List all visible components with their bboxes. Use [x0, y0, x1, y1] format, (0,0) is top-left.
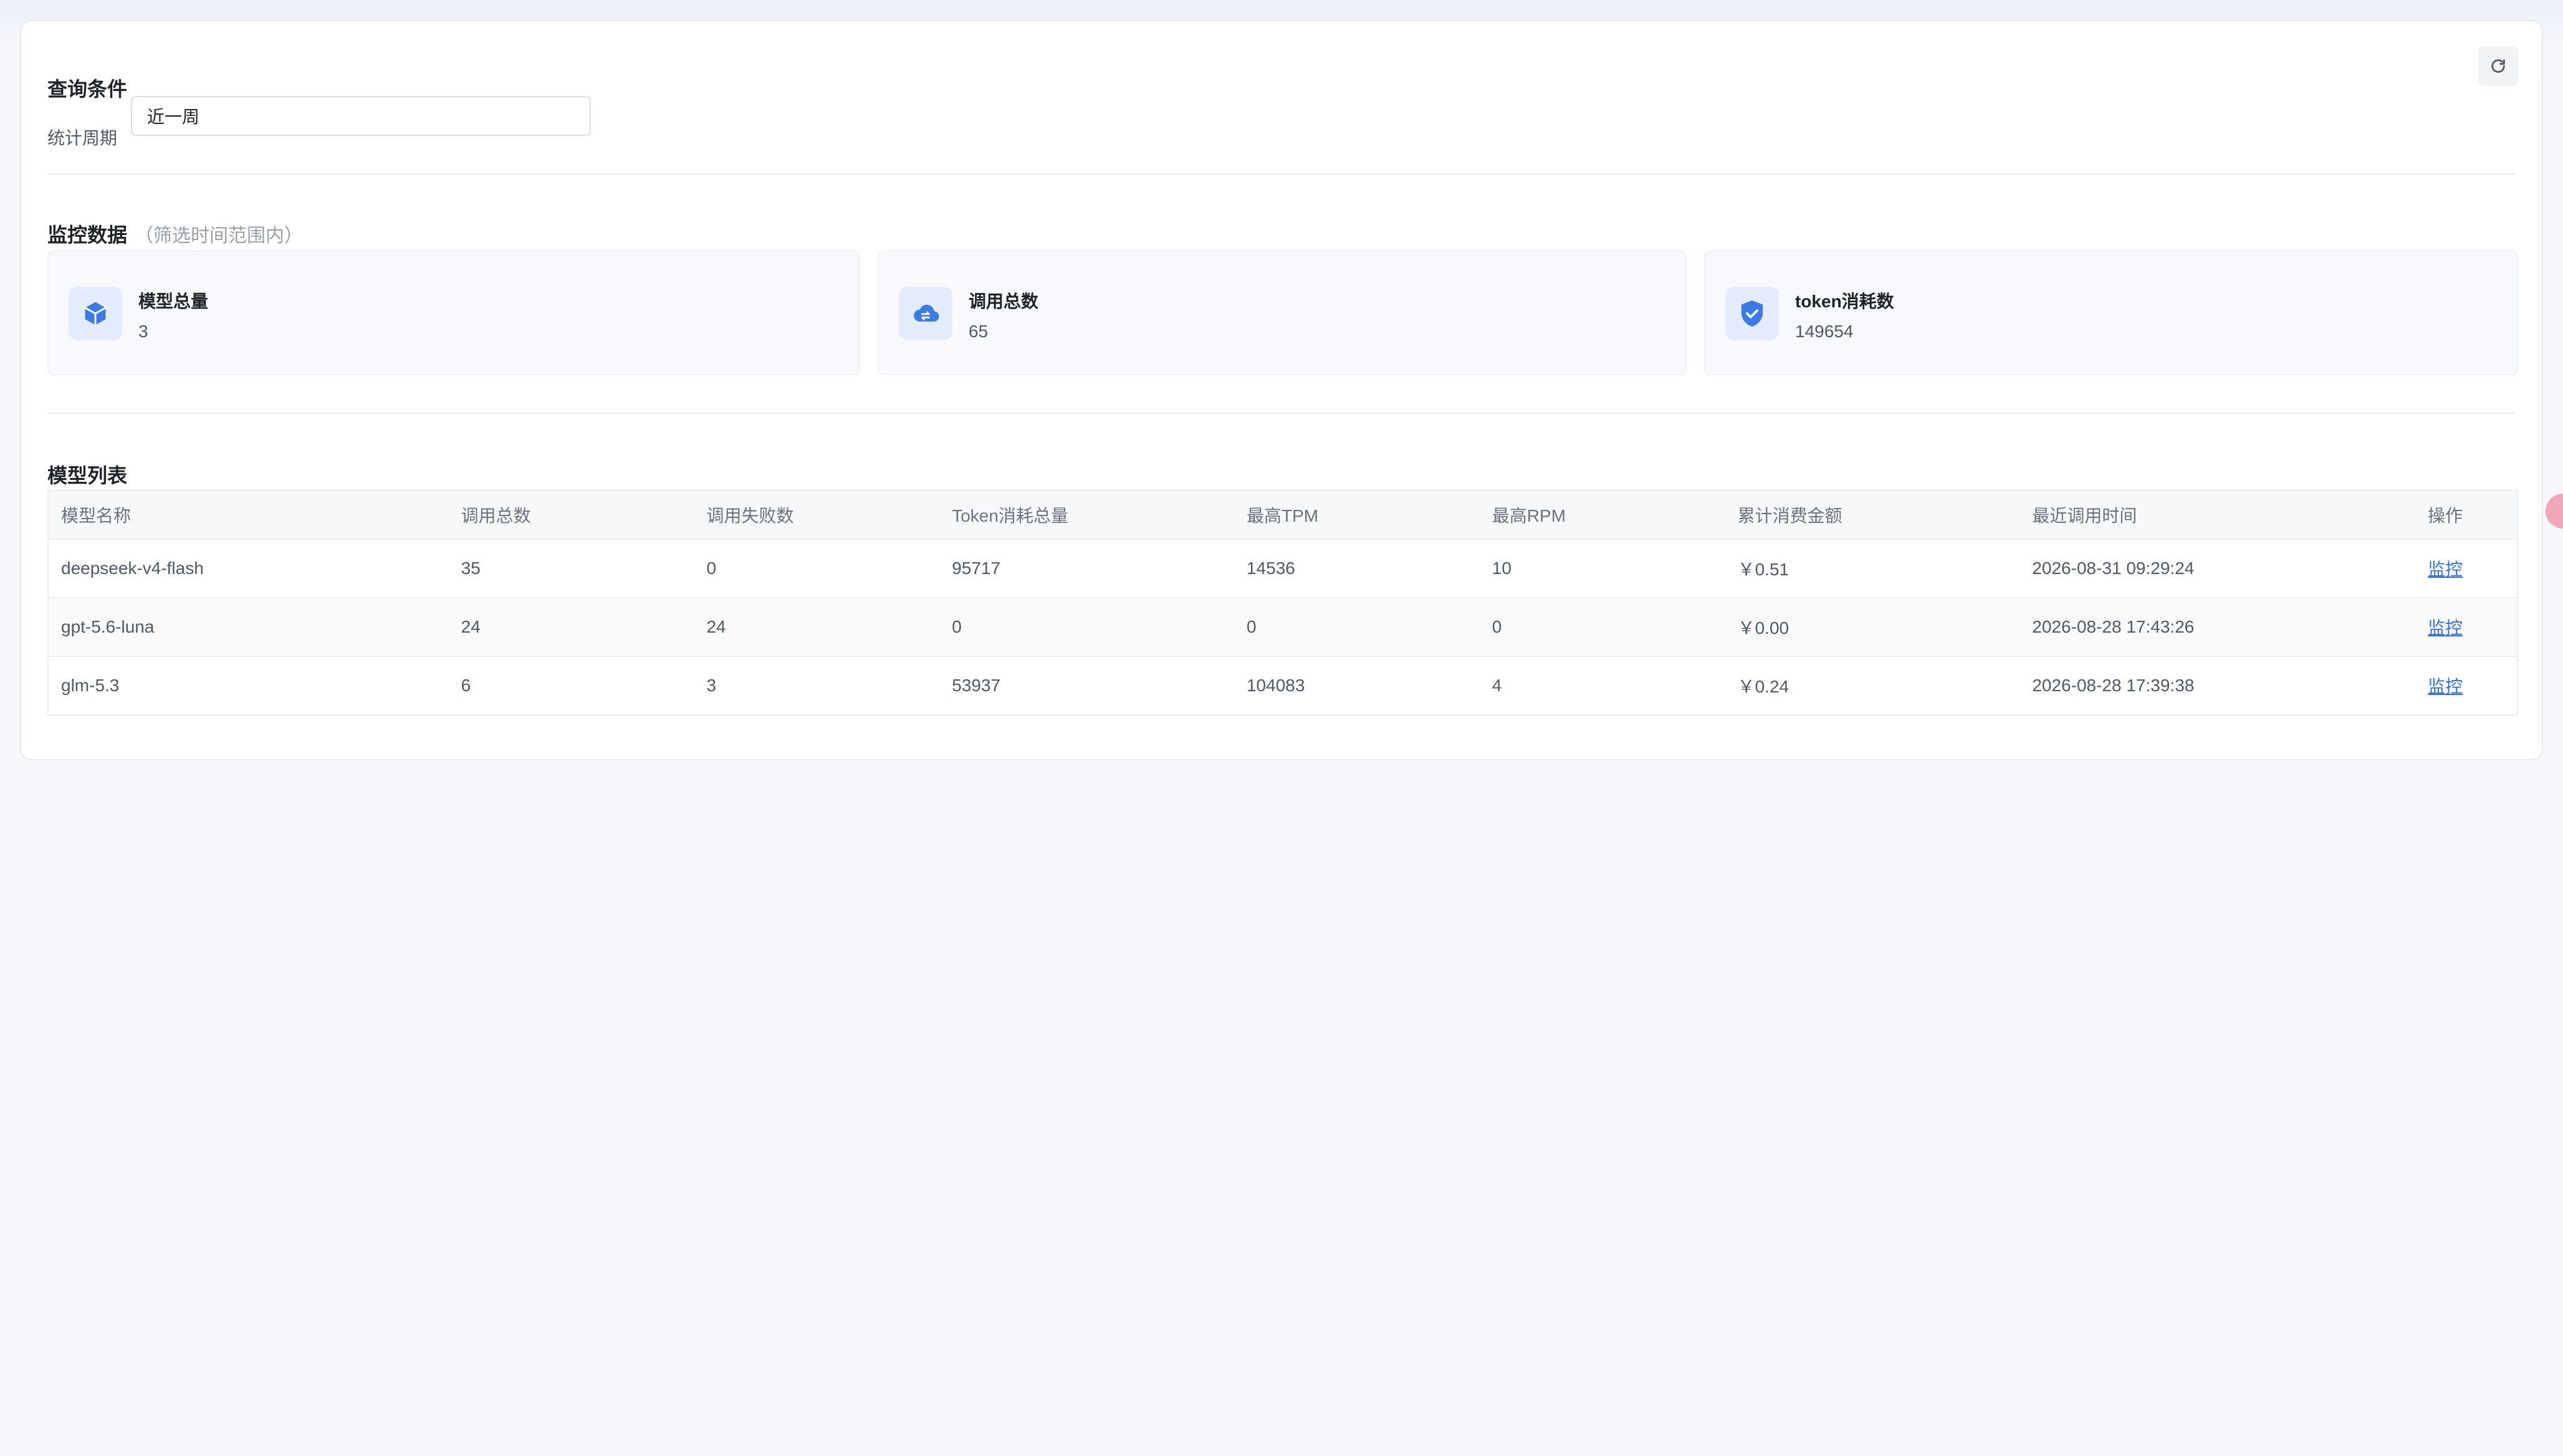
- stat-label: 调用总数: [969, 292, 1039, 311]
- stat-card-model-count: 模型总量 3: [47, 251, 860, 375]
- floating-assistant-icon[interactable]: [2546, 494, 2563, 529]
- stat-card-token-count: token消耗数 149654: [1704, 251, 2518, 375]
- divider: [47, 413, 2516, 414]
- table-row: glm-5.3 6 3 53937 104083 4 ￥0.24 2026-08…: [48, 656, 2517, 716]
- cell-model-name: gpt-5.6-luna: [48, 598, 449, 657]
- column-header: 最高RPM: [1479, 491, 1725, 540]
- divider: [47, 173, 2516, 175]
- cell-last-call-time: 2026-08-28 17:43:26: [2019, 598, 2416, 657]
- cell-cost: ￥0.24: [1725, 656, 2020, 716]
- cell-call-total: 24: [448, 598, 694, 657]
- column-header: 最高TPM: [1234, 491, 1480, 540]
- cell-max-rpm: 0: [1479, 598, 1725, 657]
- cell-model-name: deepseek-v4-flash: [48, 539, 449, 598]
- stat-card-call-count: 调用总数 65: [878, 251, 1687, 375]
- cell-max-rpm: 10: [1479, 539, 1725, 598]
- main-panel: 查询条件 统计周期 监控数据 （筛选时间范围内） 模型总量 3 调用总数 6: [20, 20, 2543, 760]
- cell-token-total: 95717: [939, 539, 1234, 598]
- column-header: 操作: [2415, 491, 2517, 540]
- stat-value: 65: [969, 322, 989, 341]
- cell-last-call-time: 2026-08-31 09:29:24: [2019, 539, 2416, 598]
- monitor-title-text: 监控数据: [47, 224, 128, 246]
- table-row: deepseek-v4-flash 35 0 95717 14536 10 ￥0…: [48, 539, 2517, 598]
- column-header: 调用失败数: [694, 491, 940, 540]
- stat-label: 模型总量: [138, 292, 209, 311]
- cell-call-total: 6: [448, 656, 694, 716]
- cell-max-tpm: 14536: [1234, 539, 1480, 598]
- cell-call-total: 35: [448, 539, 694, 598]
- period-label: 统计周期: [47, 128, 118, 148]
- cell-model-name: glm-5.3: [48, 656, 449, 716]
- column-header: Token消耗总量: [939, 491, 1234, 540]
- monitor-hint: （筛选时间范围内）: [135, 226, 304, 246]
- stat-value: 3: [138, 322, 148, 341]
- monitor-link[interactable]: 监控: [2428, 677, 2463, 696]
- model-table: 模型名称 调用总数 调用失败数 Token消耗总量 最高TPM 最高RPM 累计…: [47, 490, 2518, 716]
- table-header-row: 模型名称 调用总数 调用失败数 Token消耗总量 最高TPM 最高RPM 累计…: [48, 491, 2517, 540]
- table-row: gpt-5.6-luna 24 24 0 0 0 ￥0.00 2026-08-2…: [48, 598, 2517, 657]
- model-list-title: 模型列表: [47, 464, 128, 487]
- monitor-link[interactable]: 监控: [2428, 560, 2463, 579]
- cell-cost: ￥0.00: [1725, 598, 2020, 657]
- cell-cost: ￥0.51: [1725, 539, 2020, 598]
- column-header: 累计消费金额: [1725, 491, 2020, 540]
- monitor-section-title: 监控数据 （筛选时间范围内）: [47, 219, 303, 248]
- cell-call-failed: 24: [694, 598, 940, 657]
- period-select[interactable]: [131, 96, 591, 136]
- stat-value: 149654: [1795, 322, 1854, 341]
- cell-call-failed: 3: [694, 656, 940, 716]
- column-header: 调用总数: [448, 491, 694, 540]
- refresh-icon: [2491, 59, 2505, 73]
- cell-max-tpm: 0: [1234, 598, 1480, 657]
- cube-icon: [69, 287, 122, 340]
- monitor-link[interactable]: 监控: [2428, 618, 2463, 638]
- stat-label: token消耗数: [1795, 292, 1894, 311]
- shield-check-icon: [1725, 287, 1779, 340]
- query-section-title: 查询条件: [47, 78, 128, 100]
- cell-token-total: 53937: [939, 656, 1234, 716]
- cell-last-call-time: 2026-08-28 17:39:38: [2019, 656, 2416, 716]
- cell-max-rpm: 4: [1479, 656, 1725, 716]
- cell-token-total: 0: [939, 598, 1234, 657]
- cloud-transfer-icon: [899, 287, 952, 340]
- cell-call-failed: 0: [694, 539, 940, 598]
- refresh-button[interactable]: [2478, 46, 2518, 86]
- cell-max-tpm: 104083: [1234, 656, 1480, 716]
- column-header: 最近调用时间: [2019, 491, 2416, 540]
- column-header: 模型名称: [48, 491, 449, 540]
